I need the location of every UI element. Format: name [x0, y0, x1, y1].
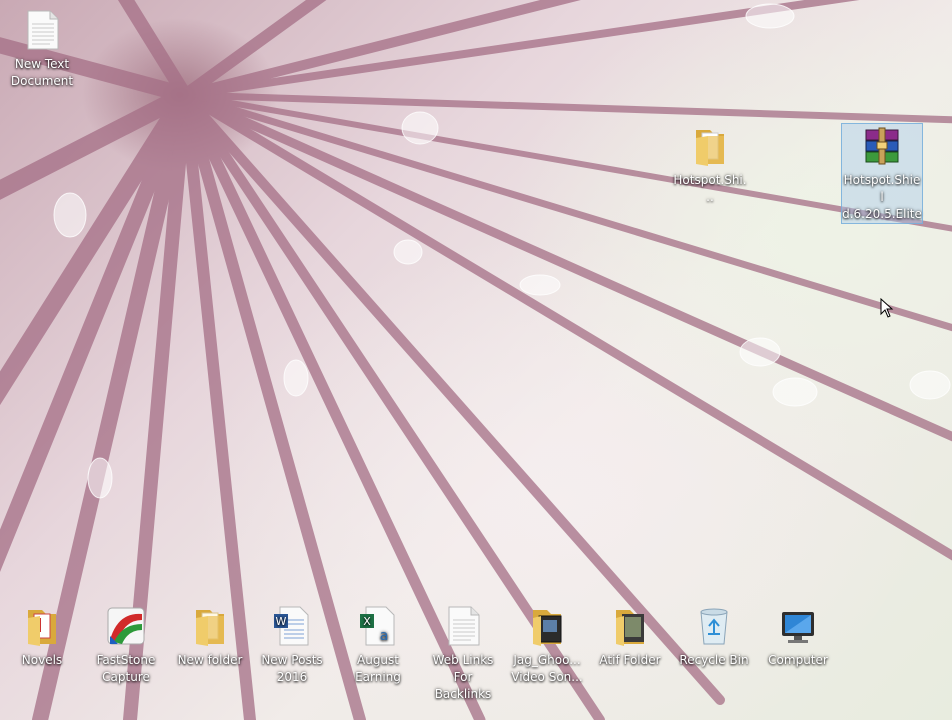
computer-icon: [776, 604, 820, 648]
text-document-icon: [20, 8, 64, 52]
icon-label-line-2: Capture: [102, 670, 150, 684]
desktop-icon-atif-folder[interactable]: Atif Folder: [592, 604, 668, 669]
svg-text:X: X: [363, 615, 371, 628]
icon-label-line-2: 2016: [276, 670, 308, 684]
faststone-capture-icon: [104, 604, 148, 648]
icon-label-line-2: Earning: [355, 670, 401, 684]
desktop-icon-new-posts-2016[interactable]: W New Posts 2016: [254, 604, 330, 686]
icon-label-line-1: Computer: [768, 653, 828, 667]
icon-label-line-2: Video Son...: [511, 670, 583, 684]
video-folder-icon: [525, 604, 569, 648]
folder-icon: [188, 604, 232, 648]
text-document-icon: [441, 604, 485, 648]
icon-label-line-1: Atif Folder: [599, 653, 661, 667]
desktop-icon-new-text-document[interactable]: New Text Document: [4, 8, 80, 90]
icon-label-line-2: Document: [10, 74, 74, 88]
icon-label-line-1: New folder: [177, 653, 243, 667]
icon-label-line-2: d.6.20.5.Elite: [842, 207, 922, 221]
desktop-icon-recycle-bin[interactable]: Recycle Bin: [676, 604, 752, 669]
mouse-pointer-icon: [880, 298, 894, 318]
icon-label-line-1: August: [357, 653, 399, 667]
icon-label-line-1: Recycle Bin: [679, 653, 749, 667]
icon-label-line-1: Jag_Ghoo...: [513, 653, 581, 667]
svg-text:a: a: [380, 628, 389, 644]
icon-label-line-1: Hotspot.Shi...: [673, 173, 747, 204]
icon-label-line-1: New Text: [14, 57, 70, 71]
desktop-icon-hotspot-shield-folder[interactable]: Hotspot.Shi...: [672, 124, 748, 206]
recycle-bin-icon: [692, 604, 736, 648]
icon-label-line-1: Novels: [21, 653, 63, 667]
icon-label-line-2: For Backlinks: [434, 670, 492, 701]
desktop-icon-computer[interactable]: Computer: [760, 604, 836, 669]
folder-icon: [20, 604, 64, 648]
word-document-icon: W: [270, 604, 314, 648]
icon-label-line-1: Web Links: [432, 653, 494, 667]
folder-icon: [688, 124, 732, 168]
excel-document-icon: X a: [356, 604, 400, 648]
icon-label-line-1: New Posts: [261, 653, 323, 667]
icon-label-line-1: FastStone: [96, 653, 156, 667]
folder-icon: [608, 604, 652, 648]
desktop-icon-new-folder[interactable]: New folder: [172, 604, 248, 669]
desktop-icon-novels[interactable]: Novels: [4, 604, 80, 669]
svg-text:W: W: [276, 615, 287, 628]
desktop-icon-video-songs[interactable]: Jag_Ghoo... Video Son...: [508, 604, 586, 686]
desktop-icon-web-links[interactable]: Web Links For Backlinks: [424, 604, 502, 703]
desktop-icon-faststone-capture[interactable]: FastStone Capture: [88, 604, 164, 686]
desktop-icon-hotspot-shield-archive[interactable]: Hotspot.Shiel d.6.20.5.Elite: [841, 123, 923, 224]
icon-label-line-1: Hotspot.Shiel: [843, 173, 921, 204]
winrar-archive-icon: [860, 124, 904, 168]
desktop-icon-august-earning[interactable]: X a August Earning: [340, 604, 416, 686]
